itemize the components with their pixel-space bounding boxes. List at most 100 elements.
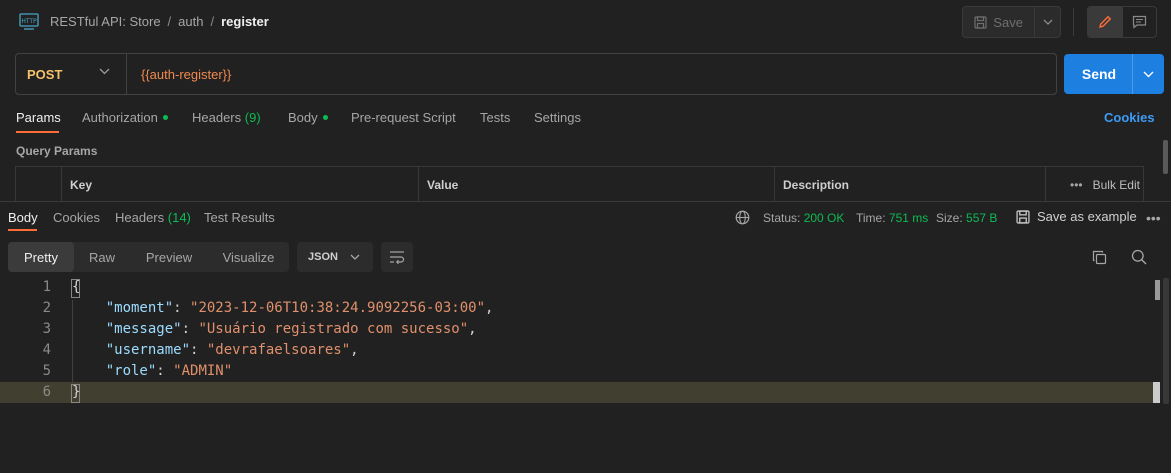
breadcrumb-request-name[interactable]: register [221, 14, 269, 29]
response-headers-count: (14) [167, 210, 191, 225]
text-cursor [1153, 382, 1160, 403]
save-icon [974, 15, 987, 29]
size-indicator[interactable]: Size: 557 B [936, 211, 997, 225]
response-view-tabs: Pretty Raw Preview Visualize [8, 242, 289, 272]
breadcrumb-folder[interactable]: auth [178, 14, 203, 29]
json-key: "message" [105, 321, 182, 337]
wrap-lines-button[interactable] [381, 242, 413, 272]
save-as-example-button[interactable]: Save as example [1016, 209, 1137, 224]
active-response-tab-indicator [8, 229, 37, 231]
cookies-link[interactable]: Cookies [1104, 110, 1155, 125]
breadcrumb-separator: / [210, 14, 215, 29]
chevron-down-icon [1043, 19, 1053, 25]
tab-tests[interactable]: Tests [480, 110, 510, 125]
tab-raw[interactable]: Raw [74, 242, 130, 272]
globe-icon[interactable] [735, 210, 750, 225]
method-label: POST [27, 66, 63, 82]
line-number: 4 [42, 342, 51, 358]
save-group: Save [962, 6, 1061, 38]
json-value: "devrafaelsoares" [206, 342, 351, 358]
format-select-value: JSON [308, 251, 338, 263]
line-number: 6 [42, 384, 51, 400]
tab-test-results[interactable]: Test Results [204, 210, 275, 225]
save-options-button[interactable] [1035, 7, 1060, 37]
code-line: 2 "moment": "2023-12-06T10:38:24.9092256… [0, 298, 1160, 319]
more-options-icon[interactable]: ••• [1146, 210, 1161, 226]
breadcrumb-separator: / [167, 14, 172, 29]
json-punctuation: , [485, 300, 494, 316]
chevron-down-icon [350, 254, 360, 260]
request-tabs: Params Authorization Headers (9) Body Pr… [0, 104, 1171, 136]
send-button[interactable]: Send [1064, 54, 1132, 94]
view-mode-toggle [1087, 6, 1157, 38]
chevron-down-icon [99, 68, 110, 75]
headers-count: (9) [244, 110, 261, 125]
pencil-icon [1099, 15, 1112, 28]
size-label: Size: [936, 211, 963, 225]
save-as-example-label: Save as example [1037, 209, 1137, 224]
wrap-lines-icon [390, 251, 405, 264]
toolbar-divider [1073, 8, 1074, 36]
code-line: 4 "username": "devrafaelsoares", [0, 340, 1160, 361]
tab-authorization[interactable]: Authorization [82, 110, 168, 125]
code-text: "moment": "2023-12-06T10:38:24.9092256-0… [105, 300, 494, 316]
code-line-active: 6 } [0, 382, 1160, 403]
url-input[interactable]: {{auth-register}} [127, 67, 231, 82]
tab-pre-request-script[interactable]: Pre-request Script [351, 110, 456, 125]
tab-params[interactable]: Params [16, 110, 61, 125]
line-number: 5 [42, 363, 51, 379]
response-body-editor[interactable]: 1 { 2 "moment": "2023-12-06T10:38:24.909… [0, 277, 1171, 473]
tab-response-headers[interactable]: Headers (14) [115, 210, 191, 225]
time-value: 751 ms [888, 211, 929, 225]
editor-scrollbar[interactable] [1163, 278, 1169, 404]
edit-mode-button[interactable] [1088, 7, 1123, 37]
bulk-edit-label: Bulk Edit [1092, 177, 1140, 192]
save-button[interactable]: Save [963, 7, 1036, 37]
status-label: Status: [763, 211, 801, 225]
json-value: "Usuário registrado com sucesso" [198, 321, 469, 337]
code-text: "role": "ADMIN" [105, 363, 233, 379]
code-line: 3 "message": "Usuário registrado com suc… [0, 319, 1160, 340]
tab-settings[interactable]: Settings [534, 110, 581, 125]
line-number: 1 [42, 279, 51, 295]
tab-headers-label: Headers [192, 110, 242, 125]
method-select[interactable]: POST [16, 54, 127, 94]
url-bar: POST {{auth-register}} [15, 53, 1057, 95]
tab-response-headers-label: Headers [115, 210, 165, 225]
tab-response-cookies[interactable]: Cookies [53, 210, 100, 225]
code-text: "message": "Usuário registrado com suces… [105, 321, 477, 337]
breadcrumb: RESTful API: Store / auth / register [50, 14, 269, 29]
save-icon [1016, 209, 1030, 224]
status-indicator[interactable]: Status: 200 OK [763, 211, 844, 225]
comments-button[interactable] [1123, 7, 1157, 37]
tab-visualize[interactable]: Visualize [208, 242, 289, 272]
tab-body[interactable]: Body [288, 110, 328, 125]
pane-divider[interactable] [0, 201, 1171, 202]
json-punctuation: , [468, 321, 477, 337]
search-icon[interactable] [1131, 249, 1147, 265]
format-select[interactable]: JSON [297, 242, 373, 272]
breadcrumb-collection[interactable]: RESTful API: Store [50, 14, 161, 29]
tab-pretty[interactable]: Pretty [8, 242, 74, 272]
time-label: Time: [856, 211, 886, 225]
indent-guide [72, 300, 73, 384]
bulk-edit-button[interactable]: ••• Bulk Edit [1061, 167, 1145, 202]
scrollbar[interactable] [1163, 140, 1168, 174]
column-value: Value [419, 167, 775, 202]
query-params-title: Query Params [16, 144, 98, 158]
tab-body-label: Body [288, 110, 318, 125]
more-icon: ••• [1070, 177, 1083, 192]
tab-preview[interactable]: Preview [130, 242, 208, 272]
tab-authorization-label: Authorization [82, 110, 158, 125]
tab-headers[interactable]: Headers (9) [192, 110, 261, 125]
top-bar: HTTP RESTful API: Store / auth / register Sa… [0, 0, 1171, 44]
tab-response-body[interactable]: Body [8, 210, 38, 225]
copy-icon[interactable] [1092, 250, 1107, 265]
time-indicator[interactable]: Time: 751 ms [856, 211, 928, 225]
json-punctuation: , [350, 342, 359, 358]
active-tab-indicator [16, 131, 59, 133]
code-text: "username": "devrafaelsoares", [105, 342, 359, 358]
size-value: 557 B [966, 211, 998, 225]
column-key: Key [62, 167, 419, 202]
send-options-button[interactable] [1132, 54, 1164, 94]
